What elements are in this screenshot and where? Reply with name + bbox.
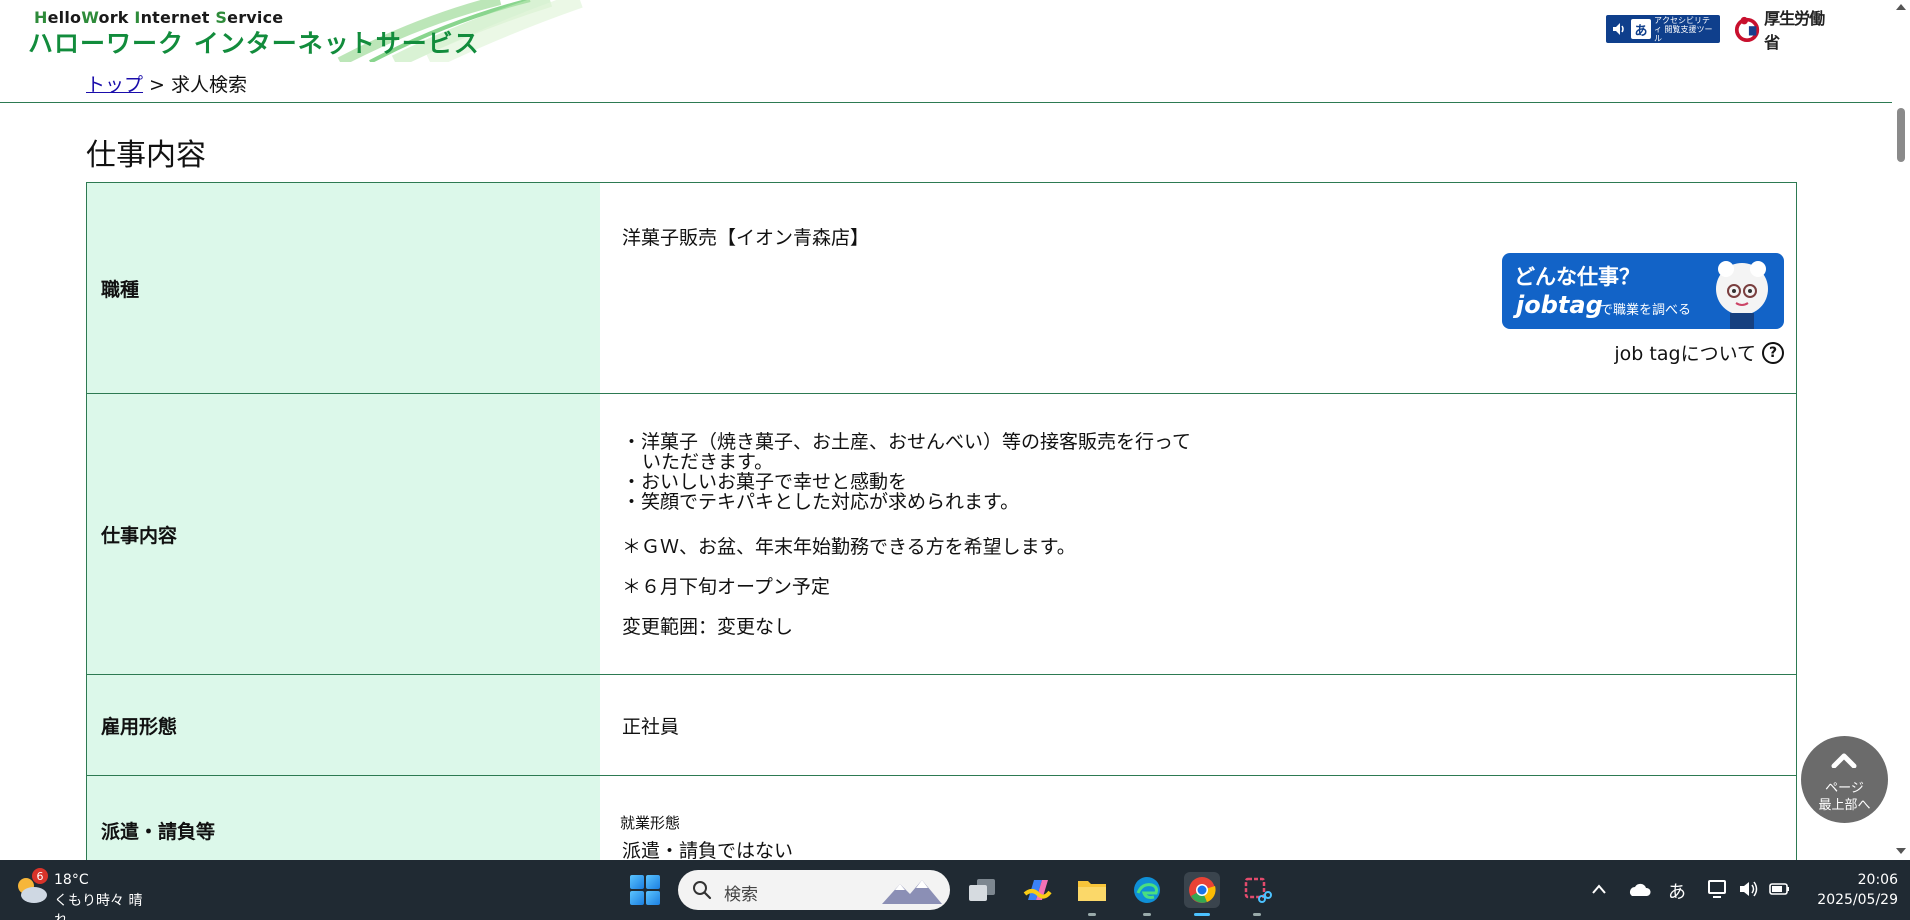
back-to-top-label-2: 最上部へ xyxy=(1818,798,1871,813)
weather-alert-badge: 6 xyxy=(32,868,48,884)
page-scrollbar[interactable] xyxy=(1892,0,1910,860)
volume-icon[interactable] xyxy=(1738,879,1760,899)
chrome-browser-icon[interactable] xyxy=(1184,872,1220,916)
breadcrumb-current: 求人検索 xyxy=(171,74,248,96)
job-note-opening: ＊６月下旬オープン予定 xyxy=(622,576,830,598)
edge-browser-icon[interactable] xyxy=(1129,872,1165,916)
dispatch-sub-label: 就業形態 xyxy=(620,814,681,832)
scroll-thumb[interactable] xyxy=(1897,108,1905,162)
start-button[interactable] xyxy=(630,875,660,905)
job-note-change-scope: 変更範囲：変更なし xyxy=(622,616,794,638)
breadcrumb-home-link[interactable]: トップ xyxy=(86,74,143,96)
battery-icon[interactable] xyxy=(1768,881,1792,897)
speaker-icon xyxy=(1613,23,1624,35)
weather-widget[interactable]: 6 18°C くもり時々 晴れ xyxy=(14,868,154,920)
occupation-value: 洋菓子販売【イオン青森店】 xyxy=(622,227,870,249)
clock-date: 2025/05/29 xyxy=(1817,892,1898,908)
jobtag-mascot-icon xyxy=(1716,261,1768,329)
back-to-top-button[interactable]: ページ 最上部へ xyxy=(1801,736,1888,823)
ime-mode-indicator[interactable]: あ xyxy=(1668,878,1686,904)
ministry-logo[interactable]: 厚生労働省 xyxy=(1734,9,1834,52)
scroll-up-arrow-icon[interactable] xyxy=(1896,4,1906,10)
search-icon xyxy=(693,881,712,900)
site-logo-japanese[interactable]: ハローワーク インターネットサービス xyxy=(28,24,480,60)
header-divider xyxy=(0,102,1892,103)
breadcrumb-separator: > xyxy=(143,74,172,96)
row-label: 仕事内容 xyxy=(87,394,600,674)
network-display-icon[interactable] xyxy=(1707,879,1729,899)
ministry-mark-icon xyxy=(1734,16,1760,43)
jobtag-subtitle: で職業を調べる xyxy=(1600,303,1692,318)
system-clock[interactable]: 20:06 2025/05/29 xyxy=(1806,870,1898,910)
chevron-up-icon xyxy=(1831,753,1857,768)
table-row-job-description: 仕事内容 ・洋菓子（焼き菓子、お土産、おせんべい）等の接客販売を行って いただき… xyxy=(87,394,1796,675)
search-placeholder: 検索 xyxy=(724,885,758,905)
show-hidden-icons-chevron-up-icon[interactable] xyxy=(1591,882,1607,896)
table-row-occupation: 職種 洋菓子販売【イオン青森店】 どんな仕事？ jobtag で職業を調べる j… xyxy=(87,183,1796,394)
row-label: 職種 xyxy=(87,183,600,393)
file-explorer-icon[interactable] xyxy=(1074,872,1110,916)
job-note-holidays: ＊ＧＷ、お盆、年末年始勤務できる方を希望します。 xyxy=(622,536,1076,558)
copilot-icon[interactable] xyxy=(1019,872,1055,908)
dispatch-value: 派遣・請負ではない xyxy=(622,840,794,862)
accessibility-tool-button[interactable]: あ アクセシビリティ 閲覧支援ツール xyxy=(1606,15,1720,43)
help-icon: ? xyxy=(1762,341,1784,364)
job-description-text: ・洋菓子（焼き菓子、お土産、おせんべい）等の接客販売を行って いただきます。 ・… xyxy=(622,431,1192,513)
jobtag-banner-link[interactable]: どんな仕事？ jobtag で職業を調べる xyxy=(1502,253,1784,329)
onedrive-cloud-icon[interactable] xyxy=(1627,882,1651,898)
jobtag-logo: jobtag xyxy=(1516,291,1603,319)
row-value: ・洋菓子（焼き菓子、お土産、おせんべい）等の接客販売を行って いただきます。 ・… xyxy=(600,394,1796,674)
scroll-down-arrow-icon[interactable] xyxy=(1896,848,1906,854)
breadcrumb: トップ > 求人検索 xyxy=(86,70,247,97)
row-label: 雇用形態 xyxy=(87,675,600,775)
weather-temperature: 18°C xyxy=(54,872,89,888)
table-row-employment-type: 雇用形態 正社員 xyxy=(87,675,1796,776)
jobtag-help-label: job tagについて xyxy=(1614,343,1756,365)
jobtag-help-link[interactable]: job tagについて ? xyxy=(1614,339,1784,366)
section-title: 仕事内容 xyxy=(86,138,206,173)
windows-taskbar: 6 18°C くもり時々 晴れ 検索 xyxy=(0,860,1910,920)
clock-time: 20:06 xyxy=(1857,872,1898,888)
mountain-decoration-icon xyxy=(882,880,942,904)
row-value: 洋菓子販売【イオン青森店】 どんな仕事？ jobtag で職業を調べる job … xyxy=(600,183,1796,393)
hiragana-a-icon: あ xyxy=(1631,19,1651,39)
snipping-tool-icon[interactable] xyxy=(1239,872,1275,916)
job-detail-table: 職種 洋菓子販売【イオン青森店】 どんな仕事？ jobtag で職業を調べる j… xyxy=(86,182,1797,886)
site-header: HelloWork Internet Service ハローワーク インターネッ… xyxy=(0,0,1892,62)
accessibility-tool-label: アクセシビリティ 閲覧支援ツール xyxy=(1654,15,1713,43)
weather-condition: くもり時々 晴れ xyxy=(54,893,143,920)
task-view-icon[interactable] xyxy=(964,872,1000,908)
taskbar-search[interactable]: 検索 xyxy=(678,870,950,910)
row-value: 正社員 xyxy=(600,675,1796,775)
jobtag-question: どんな仕事？ xyxy=(1514,265,1640,289)
